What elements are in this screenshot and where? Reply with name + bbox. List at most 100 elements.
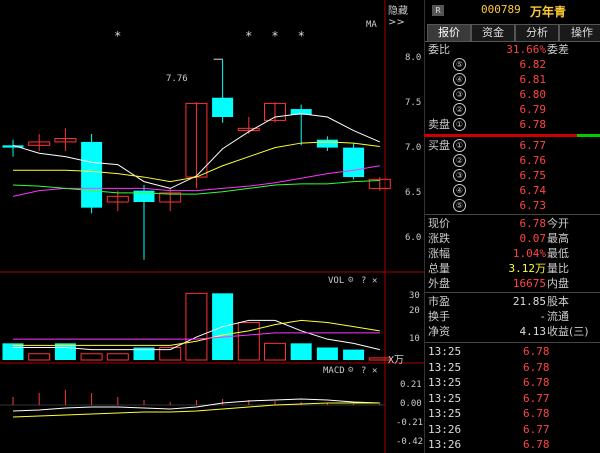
quote-row: 现价 6.78 今开: [425, 216, 600, 231]
panel-tabs: 报价 资金 分析 操作: [425, 24, 600, 42]
help-icon[interactable]: ?: [361, 366, 366, 376]
volume-bar: [106, 353, 129, 361]
buy-level: ⑤ 6.73: [425, 198, 600, 213]
level-number: ④: [453, 184, 466, 197]
tick-price: 6.77: [523, 422, 550, 436]
tick-row: 13:26 6.77: [425, 422, 600, 437]
quote-label: 总量: [428, 262, 450, 275]
kline-chart-canvas[interactable]: * * * *: [0, 0, 424, 453]
tick-time: 13:25: [428, 360, 462, 374]
level-number: ②: [453, 103, 466, 116]
quote-row: 外盘 16675 内盘: [425, 276, 600, 291]
quote-value: 3.12万: [508, 262, 547, 275]
finance-row: 市盈 21.85 股本: [425, 294, 600, 309]
quote-value: 6.78: [519, 217, 547, 230]
tick-row: 13:26 6.78: [425, 437, 600, 452]
vol-tick: 30: [409, 291, 420, 301]
tab-operation[interactable]: 操作: [559, 24, 600, 41]
sell-level: ② 6.79: [425, 102, 600, 117]
sell-level: 卖盘 ① 6.78: [425, 117, 600, 132]
tick-price: 6.78: [523, 345, 550, 358]
help-icon[interactable]: ?: [361, 276, 366, 286]
macd-tick: -0.42: [396, 437, 424, 447]
buy-price: 6.74: [519, 184, 547, 197]
buy-price: 6.76: [519, 154, 547, 167]
sell-level: ④ 6.81: [425, 72, 600, 87]
tab-analysis[interactable]: 分析: [515, 24, 559, 41]
volume-bar: [343, 349, 365, 360]
quote-label-2: 最高: [547, 232, 569, 245]
tab-quote[interactable]: 报价: [427, 24, 471, 41]
quote-row: 涨跌 0.07 最高: [425, 231, 600, 246]
quote-label-2: 今开: [547, 217, 569, 230]
tick-time: 13:26: [428, 438, 462, 451]
sell-price: 6.82: [519, 58, 547, 71]
candle-body: [81, 141, 103, 208]
level-number: ①: [453, 118, 466, 131]
tick-price: 6.78: [523, 407, 550, 420]
tick-time: 13:26: [428, 422, 462, 436]
stock-header: R 000789 万年青: [425, 0, 600, 22]
sell-level: ⑤ 6.82: [425, 57, 600, 72]
quote-label: 涨幅: [428, 247, 450, 260]
gear-icon[interactable]: ⚙: [348, 365, 353, 375]
tick-row: 13:25 6.78: [425, 360, 600, 375]
high-price-marker: 7.76: [166, 74, 188, 84]
buy-price: 6.77: [519, 139, 547, 152]
price-tick: 7.5: [405, 98, 422, 108]
star-marker: *: [298, 29, 304, 43]
tab-funds[interactable]: 资金: [471, 24, 515, 41]
quote-label-2: 内盘: [547, 277, 569, 290]
buy-level: ④ 6.74: [425, 183, 600, 198]
macd-tick: 0.00: [400, 399, 422, 409]
finance-value: 21.85: [512, 295, 546, 308]
level-number: ⑤: [453, 58, 466, 71]
weibi-value: 31.66%: [506, 43, 546, 56]
finance-row: 换手 - 流通: [425, 309, 600, 324]
weibi-row: 委比 31.66% 委差: [425, 42, 600, 57]
close-icon[interactable]: ✕: [372, 366, 377, 376]
close-icon[interactable]: ✕: [372, 276, 377, 286]
volume-bar: [80, 353, 103, 361]
buy-level: ② 6.76: [425, 153, 600, 168]
weicha-label: 委差: [547, 43, 569, 56]
price-tick: 6.5: [405, 188, 422, 198]
weibi-label: 委比: [428, 43, 450, 56]
volume-bar: [264, 342, 286, 361]
quote-row: 总量 3.12万 量比: [425, 261, 600, 276]
buy-level: ③ 6.75: [425, 168, 600, 183]
sell-price: 6.81: [519, 73, 547, 86]
finance-row: 净资 4.13 收益(三): [425, 324, 600, 339]
finance-label: 市盈: [428, 295, 450, 308]
buy-price: 6.73: [519, 199, 547, 212]
kline-chart-area[interactable]: * * * * 隐藏>> MA 8.0 7.5 7.0 6.5 6.0 7.76 VO…: [0, 0, 424, 453]
sell-price: 6.79: [519, 103, 547, 116]
tick-price: 6.77: [523, 391, 550, 405]
finance-label: 净资: [428, 325, 450, 338]
stock-name: 万年青: [530, 5, 567, 19]
macd-tick: -0.21: [396, 418, 424, 428]
tick-time: 13:25: [428, 391, 462, 405]
buy-label: 买盘: [428, 139, 450, 152]
volume-bar: [237, 322, 260, 361]
bid-ask-divider-green: [577, 134, 600, 137]
hide-panel-button[interactable]: 隐藏>>: [388, 2, 424, 28]
tick-row: 13:25 6.78: [425, 406, 600, 421]
price-tick: 7.0: [405, 143, 422, 153]
level-number: ③: [453, 88, 466, 101]
star-marker: *: [246, 29, 252, 43]
macd-tick: 0.21: [400, 380, 422, 390]
tick-time: 13:25: [428, 376, 462, 389]
level-number: ⑤: [453, 199, 466, 212]
quote-row: 涨幅 1.04% 最低: [425, 246, 600, 261]
price-tick: 6.0: [405, 233, 422, 243]
r-badge[interactable]: R: [432, 5, 444, 16]
volume-bar: [28, 353, 51, 361]
stock-code: 000789: [481, 3, 521, 16]
tick-row: 13:25 6.77: [425, 391, 600, 406]
sell-label: 卖盘: [428, 118, 450, 131]
buy-price: 6.75: [519, 169, 547, 182]
tick-time: 13:25: [428, 345, 462, 358]
finance-label-2: 股本: [547, 295, 569, 308]
gear-icon[interactable]: ⚙: [348, 275, 353, 285]
